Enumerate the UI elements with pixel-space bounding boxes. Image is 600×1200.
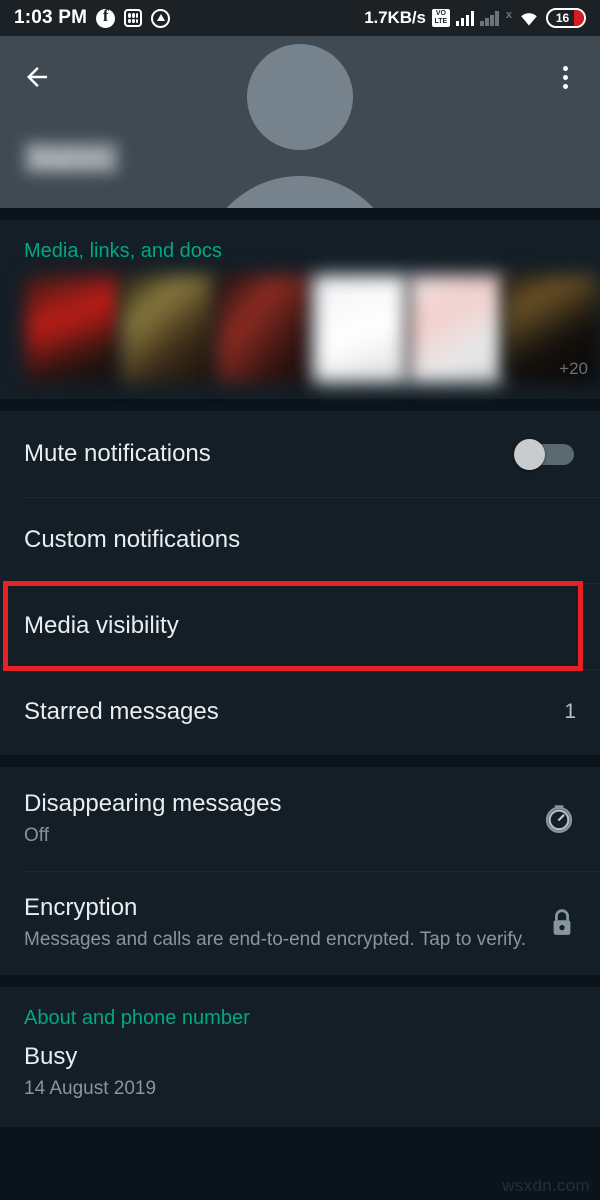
battery-icon: 16: [546, 8, 586, 28]
privacy-section: Disappearing messages Off Encryption Mes…: [0, 767, 600, 975]
row-encryption[interactable]: Encryption Messages and calls are end-to…: [0, 871, 600, 975]
notifications-section: Mute notifications Custom notifications …: [0, 411, 600, 755]
row-media-visibility[interactable]: Media visibility: [0, 583, 600, 669]
about-section: About and phone number Busy 14 August 20…: [0, 987, 600, 1127]
row-mute-notifications[interactable]: Mute notifications: [0, 411, 600, 497]
toggle-knob: [514, 439, 545, 470]
row-value: Off: [24, 825, 49, 846]
media-thumbnail[interactable]: [313, 275, 408, 383]
row-label: Mute notifications: [24, 440, 211, 467]
lock-icon: [548, 906, 576, 940]
back-icon[interactable]: [22, 62, 52, 92]
row-labels: Busy 14 August 2019: [24, 1042, 576, 1102]
row-custom-notifications[interactable]: Custom notifications: [0, 497, 600, 583]
volte-top-label: VO: [435, 10, 446, 17]
about-status-date: 14 August 2019: [24, 1078, 157, 1099]
whatsapp-contact-info-screen: 1:03 PM 1.7KB/s VO LTE x 16: [0, 0, 600, 1200]
row-disappearing-messages[interactable]: Disappearing messages Off: [0, 767, 600, 871]
media-thumbnail-strip[interactable]: +20: [0, 275, 600, 399]
media-section: Media, links, and docs +20: [0, 220, 600, 399]
wifi-icon: [518, 10, 540, 26]
volte-icon: VO LTE: [431, 9, 450, 27]
section-gap: [0, 755, 600, 767]
row-labels: Starred messages: [24, 697, 552, 727]
battery-level-label: 16: [555, 11, 570, 25]
watermark: wsxdn.com: [502, 1176, 590, 1195]
profile-header: Mahim: [0, 36, 600, 208]
mute-notifications-toggle[interactable]: [512, 439, 576, 470]
media-thumbnail[interactable]: [26, 275, 120, 383]
row-label: Starred messages: [24, 698, 219, 725]
section-gap: [0, 208, 600, 220]
row-label: Media visibility: [24, 612, 179, 639]
about-section-title: About and phone number: [24, 1007, 250, 1029]
contact-name: Mahim: [24, 142, 119, 174]
status-bar-clock: 1:03 PM: [14, 7, 88, 28]
header-action-row: [0, 36, 600, 118]
sim-no-service-label: x: [505, 9, 512, 21]
about-status-text: Busy: [24, 1043, 78, 1070]
media-thumbnail[interactable]: [217, 275, 312, 383]
drop-icon: [151, 8, 171, 28]
network-speed-label: 1.7KB/s: [364, 8, 426, 27]
status-bar-left: 1:03 PM: [14, 6, 171, 29]
row-labels: Disappearing messages Off: [24, 789, 542, 849]
media-more-count: +20: [559, 359, 588, 378]
media-thumbnail[interactable]: [409, 275, 504, 383]
row-labels: Media visibility: [24, 611, 576, 641]
signal-bars-icon: [455, 10, 475, 26]
more-options-icon[interactable]: [552, 62, 578, 92]
row-starred-messages[interactable]: Starred messages 1: [0, 669, 600, 755]
signal-bars-inactive-icon: [480, 10, 499, 26]
row-about-status[interactable]: Busy 14 August 2019: [0, 1042, 600, 1120]
status-bar: 1:03 PM 1.7KB/s VO LTE x 16: [0, 0, 600, 36]
app-grid-icon: [124, 9, 143, 27]
row-labels: Custom notifications: [24, 525, 576, 555]
row-labels: Mute notifications: [24, 439, 512, 469]
media-thumbnail[interactable]: [121, 275, 216, 383]
media-section-title[interactable]: Media, links, and docs: [0, 220, 600, 275]
section-gap: [0, 399, 600, 411]
facebook-icon: [96, 6, 116, 28]
row-label: Disappearing messages: [24, 790, 282, 817]
section-gap: [0, 975, 600, 987]
row-label: Encryption: [24, 894, 138, 921]
timer-icon: [542, 802, 576, 836]
row-label: Custom notifications: [24, 526, 241, 553]
row-value: Messages and calls are end-to-end encryp…: [24, 929, 527, 950]
volte-bottom-label: LTE: [434, 18, 448, 25]
starred-messages-count: 1: [564, 700, 576, 723]
status-bar-right: 1.7KB/s VO LTE x 16: [364, 8, 586, 28]
avatar-body-shape: [200, 176, 400, 208]
row-labels: Encryption Messages and calls are end-to…: [24, 893, 548, 953]
